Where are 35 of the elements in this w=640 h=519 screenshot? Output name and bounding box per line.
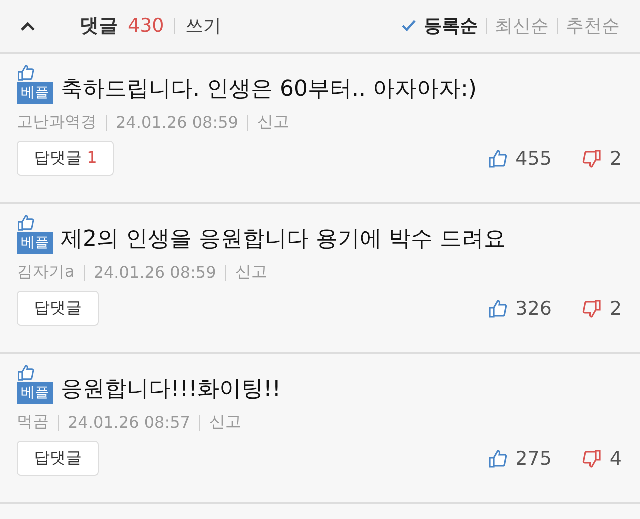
comment-text: 축하드립니다. 인생은 60부터.. 아자아자:) xyxy=(61,76,477,104)
write-link[interactable]: 쓰기 xyxy=(185,14,222,38)
thumbs-up-icon xyxy=(17,64,35,82)
dislike-button[interactable]: 4 xyxy=(582,448,622,470)
like-button[interactable]: 455 xyxy=(488,148,552,170)
comment-count: 430 xyxy=(128,15,164,37)
best-badge: 베플 xyxy=(17,232,53,254)
best-badge: 베플 xyxy=(17,382,53,404)
comment-date: 24.01.26 08:59 xyxy=(116,113,238,132)
reply-button[interactable]: 답댓글 xyxy=(17,441,99,476)
comment-date: 24.01.26 08:59 xyxy=(94,263,216,282)
like-button[interactable]: 326 xyxy=(488,298,552,320)
author-name: 먹곰 xyxy=(17,412,49,433)
author-name: 김자기a xyxy=(17,262,75,283)
thumbs-down-icon xyxy=(582,448,602,468)
sort-option[interactable]: 등록순 xyxy=(424,14,478,38)
thumbs-down-icon xyxy=(582,148,602,168)
comments-title: 댓글 xyxy=(80,14,118,39)
thumbs-up-icon xyxy=(17,214,35,232)
comment-text: 제2의 인생을 응원합니다 용기에 박수 드려요 xyxy=(61,226,506,254)
reply-button[interactable]: 답댓글 1 xyxy=(17,141,114,176)
thumbs-up-icon xyxy=(488,448,508,468)
best-badge: 베플 xyxy=(17,82,53,104)
dislike-button[interactable]: 2 xyxy=(582,298,622,320)
comment-date: 24.01.26 08:57 xyxy=(68,413,190,432)
author-name: 고난과역경 xyxy=(17,112,97,133)
reply-button[interactable]: 답댓글 xyxy=(17,291,99,326)
like-button[interactable]: 275 xyxy=(488,448,552,470)
thumbs-up-icon xyxy=(488,298,508,318)
comment-text: 응원합니다!!!화이팅!! xyxy=(61,376,282,404)
dislike-button[interactable]: 2 xyxy=(582,148,622,170)
collapse-icon[interactable] xyxy=(20,21,36,31)
thumbs-up-icon xyxy=(17,364,35,382)
thumbs-up-icon xyxy=(488,148,508,168)
thumbs-down-icon xyxy=(582,298,602,318)
